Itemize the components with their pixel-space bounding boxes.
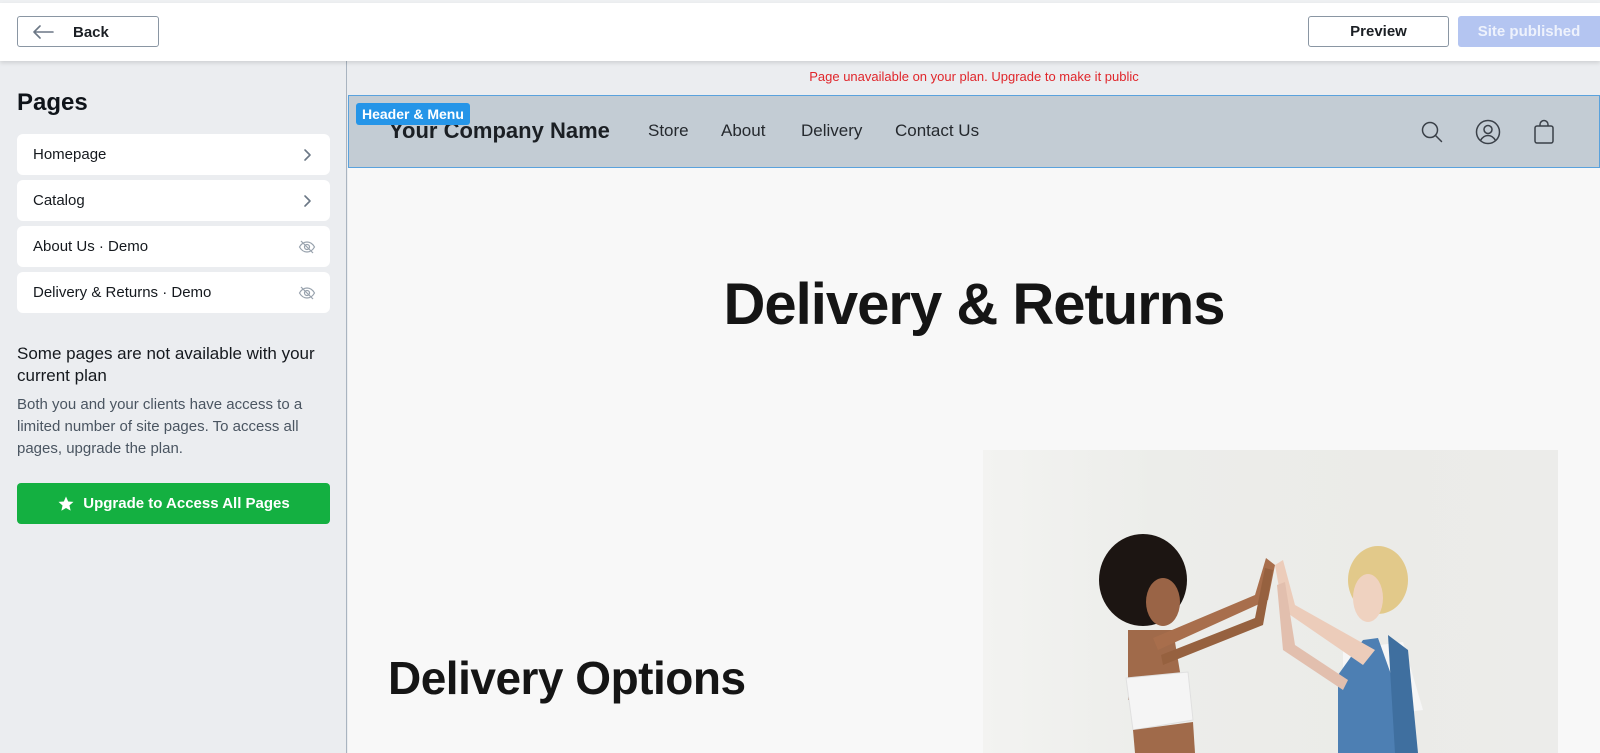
nav-delivery[interactable]: Delivery <box>801 121 862 141</box>
site-header-section[interactable]: Header & Menu Your Company Name Store Ab… <box>348 95 1600 168</box>
chevron-right-icon <box>304 149 311 161</box>
back-label: Back <box>73 24 109 41</box>
pages-sidebar: Pages Homepage Catalog About Us · Demo D… <box>0 61 347 753</box>
page-item-delivery-returns[interactable]: Delivery & Returns · Demo <box>17 272 330 313</box>
page-item-label: Homepage <box>33 146 107 163</box>
nav-store[interactable]: Store <box>648 121 689 141</box>
chevron-right-icon <box>304 195 311 207</box>
star-icon <box>58 496 74 511</box>
header-menu-badge[interactable]: Header & Menu <box>356 103 470 125</box>
back-button[interactable]: Back <box>17 16 159 47</box>
high-five-illustration <box>1099 534 1423 753</box>
search-icon[interactable] <box>1419 119 1445 145</box>
hero-title: Delivery & Returns <box>723 272 1226 337</box>
page-item-homepage[interactable]: Homepage <box>17 134 330 175</box>
account-icon[interactable] <box>1475 119 1501 145</box>
plan-notice-body: Both you and your clients have access to… <box>17 396 303 457</box>
arrow-left-icon <box>33 25 54 39</box>
nav-contact-us[interactable]: Contact Us <box>895 121 979 141</box>
eye-off-icon[interactable] <box>298 238 316 256</box>
upgrade-button[interactable]: Upgrade to Access All Pages <box>17 483 330 524</box>
page-item-about-us[interactable]: About Us · Demo <box>17 226 330 267</box>
upgrade-label: Upgrade to Access All Pages <box>83 495 290 512</box>
plan-warning-bar: Page unavailable on your plan. Upgrade t… <box>348 61 1600 95</box>
plan-warning-text: Page unavailable on your plan. Upgrade t… <box>809 69 1139 84</box>
sidebar-title: Pages <box>17 89 88 116</box>
hero-photo <box>983 450 1558 753</box>
nav-about[interactable]: About <box>721 121 765 141</box>
eye-off-icon[interactable] <box>298 284 316 302</box>
page-item-label: About Us · Demo <box>33 238 149 255</box>
site-preview-canvas: Page unavailable on your plan. Upgrade t… <box>348 61 1600 753</box>
plan-notice-title: Some pages are not available with your c… <box>17 344 315 385</box>
page-item-catalog[interactable]: Catalog <box>17 180 330 221</box>
page-item-label: Catalog <box>33 192 85 209</box>
section-title: Delivery Options <box>388 652 746 704</box>
preview-button[interactable]: Preview <box>1308 16 1449 47</box>
page-item-label: Delivery & Returns · Demo <box>33 284 212 301</box>
shopping-bag-icon[interactable] <box>1531 119 1557 145</box>
site-published-button[interactable]: Site published <box>1458 16 1600 47</box>
top-toolbar: Back Preview Site published <box>0 3 1600 61</box>
